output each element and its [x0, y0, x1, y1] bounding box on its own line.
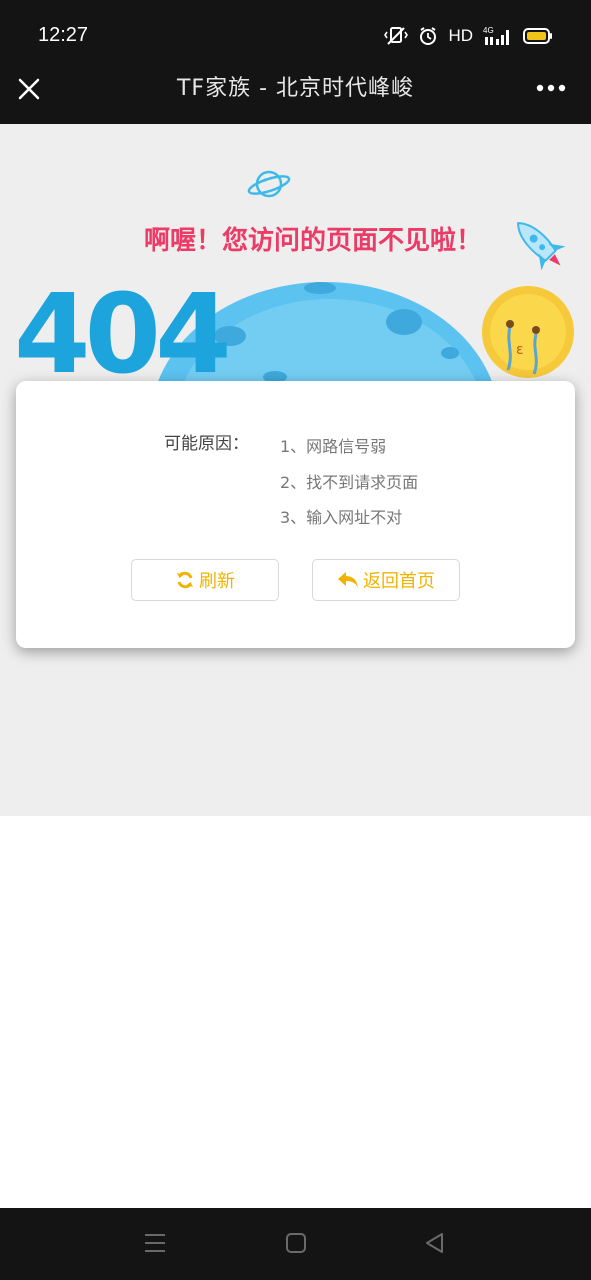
signal-icon: 4G — [483, 26, 509, 45]
reason-item: 1、网路信号弱 — [280, 437, 387, 456]
battery-icon — [523, 28, 552, 44]
status-time: 12:27 — [38, 24, 89, 46]
navigation-bar — [0, 1208, 591, 1280]
home-icon[interactable] — [285, 1232, 307, 1254]
back-icon[interactable] — [424, 1232, 446, 1254]
menu-icon[interactable] — [144, 1232, 166, 1254]
back-home-label: 返回首页 — [363, 571, 435, 592]
reason-item: 3、输入网址不对 — [280, 508, 403, 527]
error-page: 啊喔！您访问的页面不见啦！ 404 ε 可能原因： 1、网路信号弱 2、找不到请… — [0, 124, 591, 816]
refresh-label: 刷新 — [199, 571, 235, 592]
refresh-button[interactable]: 刷新 — [131, 559, 279, 601]
status-icons: HD 4G — [384, 24, 553, 48]
error-code: 404 — [14, 274, 227, 384]
network-label: HD — [448, 26, 473, 45]
alarm-icon — [420, 27, 437, 45]
reply-icon — [338, 572, 358, 588]
page-title: TF家族 - 北京时代峰峻 — [176, 76, 415, 101]
svg-text:ε: ε — [516, 342, 524, 358]
reason-item: 2、找不到请求页面 — [280, 473, 419, 492]
network-type-label: 4G — [483, 26, 494, 35]
error-card: 可能原因： 1、网路信号弱 2、找不到请求页面 3、输入网址不对 刷新 返回首页 — [16, 381, 575, 648]
refresh-icon — [177, 571, 193, 589]
more-icon[interactable] — [535, 82, 567, 94]
vibrate-icon — [384, 27, 409, 45]
planet-icon — [247, 170, 291, 198]
reasons-label: 可能原因： — [164, 434, 249, 454]
error-404-illustration: 404 ε — [14, 274, 574, 384]
back-home-button[interactable]: 返回首页 — [312, 559, 460, 601]
title-bar: TF家族 - 北京时代峰峻 — [0, 52, 591, 124]
error-heading: 啊喔！您访问的页面不见啦！ — [144, 226, 483, 256]
rocket-icon — [517, 222, 566, 271]
